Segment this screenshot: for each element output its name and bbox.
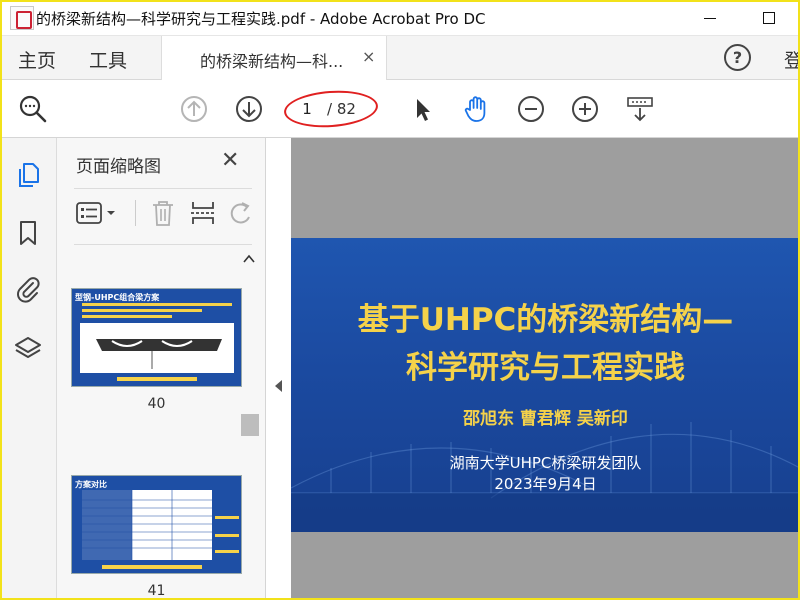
zoom-in-icon[interactable] [570,94,600,124]
toolbar-divider [135,200,136,226]
scrolling-mode-icon[interactable] [625,94,655,124]
minimize-button[interactable] [690,4,730,32]
hand-tool-icon[interactable] [461,94,491,124]
pdf-page-slide: 基于UHPC的桥梁新结构— 科学研究与工程实践 邵旭东 曹君辉 吴新印 湖南大学… [291,238,800,532]
attachments-icon[interactable] [13,274,43,304]
thumbnail-content-graphic [80,303,234,381]
panel-divider [74,188,252,189]
slide-date: 2023年9月4日 [494,475,597,493]
window-title: 的桥梁新结构—科学研究与工程实践.pdf - Adobe Acrobat Pro… [36,10,486,28]
thumbnail-label-40: 40 [147,396,166,412]
tab-home[interactable]: 主页 [18,46,56,73]
collapse-panel-icon[interactable] [275,380,282,392]
close-panel-icon[interactable]: ✕ [221,148,239,173]
close-tab-icon[interactable]: × [362,47,375,66]
minimize-icon [704,17,716,19]
rotate-page-icon[interactable] [229,198,253,228]
split-page-icon[interactable] [189,198,217,228]
tab-tools[interactable]: 工具 [89,46,127,73]
layers-icon[interactable] [13,334,43,364]
thumbnail-page-40[interactable]: 型钢-UHPC组合梁方案 [71,288,242,387]
thumbnail-label-41: 41 [147,583,166,599]
next-page-icon[interactable] [234,94,264,124]
scroll-up-icon[interactable] [243,254,255,264]
title-bar: 的桥梁新结构—科学研究与工程实践.pdf - Adobe Acrobat Pro… [0,0,800,36]
help-icon[interactable]: ? [724,44,751,71]
search-icon[interactable] [18,94,48,124]
previous-page-icon[interactable] [179,94,209,124]
slide-title-line-1: 基于UHPC的桥梁新结构— [357,302,734,338]
slide-authors: 邵旭东 曹君辉 吴新印 [463,409,628,429]
slide-organization: 湖南大学UHPC桥梁研发团队 [449,454,642,472]
bookmarks-icon[interactable] [13,218,43,248]
page-thumbnails-icon[interactable] [13,160,43,190]
scroll-thumb[interactable] [241,414,259,436]
maximize-button[interactable] [749,4,789,32]
page-thumbnails-panel: 页面缩略图 ✕ 型钢-UHPC组合梁方案 40 方案对比 41 [57,138,266,600]
document-viewer[interactable]: 基于UHPC的桥梁新结构— 科学研究与工程实践 邵旭东 曹君辉 吴新印 湖南大学… [291,138,800,600]
thumbnail-page-41[interactable]: 方案对比 [71,475,242,574]
delete-page-icon[interactable] [149,198,177,228]
left-navigation-rail [0,138,57,600]
tab-document[interactable]: 的桥梁新结构—科... × [161,36,387,80]
main-toolbar: / 82 [0,80,800,138]
zoom-out-icon[interactable] [516,94,546,124]
thumbnail-options-icon[interactable] [75,198,119,228]
panel-title: 页面缩略图 [76,157,161,177]
slide-title-line-2: 科学研究与工程实践 [406,350,685,386]
document-tab-label: 的桥梁新结构—科... [200,52,344,71]
panel-divider-2 [74,244,252,245]
thumbnail-scrollbar[interactable] [238,250,259,600]
maximize-icon [763,12,775,24]
tab-bar: 主页 工具 的桥梁新结构—科... × ? 登 [0,36,800,80]
thumbnail-content-graphic [82,490,239,569]
sign-in-button[interactable]: 登 [784,46,800,73]
select-cursor-icon[interactable] [408,94,438,124]
acrobat-app-icon [10,6,34,30]
